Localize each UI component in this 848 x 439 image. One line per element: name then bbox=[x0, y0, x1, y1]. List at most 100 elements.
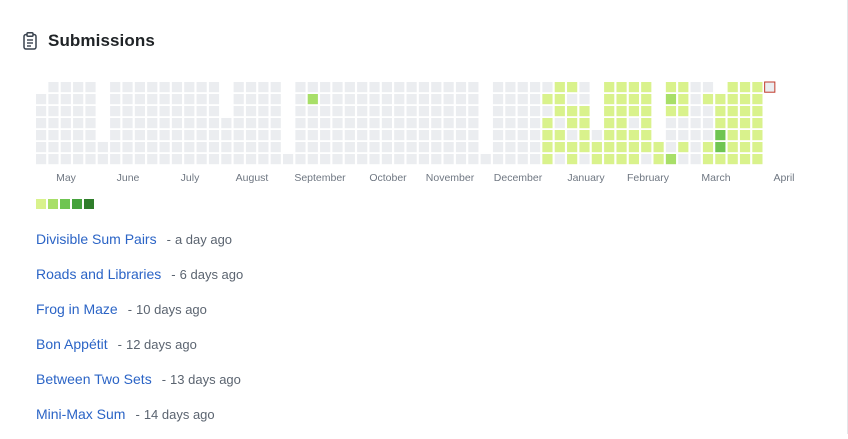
submissions-list: Divisible Sum Pairs - a day ago Roads and L… bbox=[36, 229, 243, 439]
heatmap-cell bbox=[604, 94, 615, 105]
heatmap-cell bbox=[369, 94, 380, 105]
heatmap-cell bbox=[752, 130, 763, 141]
submission-link[interactable]: Roads and Libraries bbox=[36, 264, 161, 284]
heatmap-cell bbox=[443, 106, 454, 117]
heatmap-cell bbox=[702, 130, 714, 141]
heatmap-cell bbox=[604, 106, 615, 117]
submission-item: Bon Appétit -12 days ago bbox=[36, 334, 243, 369]
heatmap-cell bbox=[307, 94, 318, 105]
heatmap-cell bbox=[233, 130, 244, 141]
heatmap-cell bbox=[73, 118, 84, 129]
heatmap-cell bbox=[653, 154, 664, 165]
heatmap-cell bbox=[727, 82, 738, 93]
heatmap-cell bbox=[455, 106, 467, 117]
heatmap-cell bbox=[492, 118, 504, 129]
heatmap-cell bbox=[752, 94, 763, 105]
heatmap-cell bbox=[270, 82, 281, 93]
heatmap-cell bbox=[752, 106, 763, 117]
legend-swatch bbox=[60, 199, 70, 209]
heatmap-cell bbox=[641, 82, 652, 93]
heatmap-cell bbox=[394, 118, 405, 129]
heatmap-cell bbox=[505, 142, 516, 153]
heatmap-cell bbox=[690, 154, 701, 165]
heatmap-cell bbox=[295, 94, 306, 105]
submission-time: 10 days ago bbox=[136, 302, 207, 317]
heatmap-cell bbox=[715, 94, 726, 105]
heatmap-cell bbox=[727, 106, 738, 117]
heatmap-cell bbox=[184, 118, 195, 129]
heatmap-cell bbox=[258, 130, 269, 141]
heatmap-cell bbox=[455, 130, 467, 141]
heatmap-cell bbox=[332, 118, 343, 129]
heatmap-cell bbox=[245, 82, 257, 93]
heatmap-cell bbox=[628, 130, 639, 141]
heatmap-cell bbox=[542, 142, 553, 153]
heatmap-cell bbox=[665, 118, 677, 129]
submission-separator: - bbox=[135, 407, 140, 422]
heatmap-cell bbox=[245, 94, 257, 105]
heatmap-cell bbox=[468, 130, 479, 141]
month-label: March bbox=[701, 172, 730, 184]
heatmap-cell bbox=[702, 142, 714, 153]
heatmap-cell bbox=[702, 94, 714, 105]
heatmap-cell bbox=[60, 118, 71, 129]
heatmap-cell bbox=[344, 142, 355, 153]
submission-link[interactable]: Frog in Maze bbox=[36, 299, 118, 319]
heatmap-cell bbox=[307, 142, 318, 153]
heatmap-cell bbox=[85, 130, 96, 141]
heatmap-cell bbox=[678, 82, 689, 93]
heatmap-cell bbox=[715, 142, 726, 153]
heatmap-cell bbox=[381, 142, 392, 153]
heatmap-cell bbox=[517, 130, 528, 141]
heatmap-cell bbox=[579, 130, 590, 141]
heatmap-cell bbox=[245, 154, 257, 165]
submission-item: Roads and Libraries -6 days ago bbox=[36, 264, 243, 299]
heatmap-cell bbox=[678, 106, 689, 117]
heatmap-cell bbox=[233, 106, 244, 117]
heatmap-cell bbox=[727, 130, 738, 141]
heatmap-cell bbox=[579, 82, 590, 93]
heatmap-cell bbox=[344, 154, 355, 165]
heatmap-cell bbox=[283, 154, 294, 165]
heatmap-cell bbox=[579, 142, 590, 153]
heatmap-cell bbox=[641, 106, 652, 117]
submission-link[interactable]: Mini-Max Sum bbox=[36, 404, 125, 424]
heatmap-cell bbox=[628, 142, 639, 153]
heatmap-cell bbox=[208, 142, 220, 153]
heatmap-cell bbox=[567, 142, 578, 153]
heatmap-cell bbox=[258, 94, 269, 105]
submission-link[interactable]: Bon Appétit bbox=[36, 334, 108, 354]
heatmap-cell bbox=[357, 154, 368, 165]
heatmap-cell bbox=[85, 94, 96, 105]
heatmap-cell bbox=[110, 82, 121, 93]
heatmap-cell bbox=[122, 142, 133, 153]
heatmap-cell bbox=[36, 94, 47, 105]
heatmap-cell bbox=[492, 82, 504, 93]
heatmap-cell bbox=[159, 142, 170, 153]
heatmap-cell bbox=[60, 94, 71, 105]
heatmap-cell bbox=[208, 130, 220, 141]
month-label: October bbox=[369, 172, 407, 184]
heatmap-cell bbox=[418, 154, 430, 165]
heatmap-cell bbox=[678, 118, 689, 129]
heatmap-cell bbox=[221, 142, 232, 153]
heatmap-cell bbox=[492, 154, 504, 165]
heatmap-cell bbox=[505, 130, 516, 141]
heatmap-cell bbox=[60, 130, 71, 141]
heatmap-cell bbox=[443, 142, 454, 153]
heatmap-cell bbox=[394, 142, 405, 153]
heatmap-cell bbox=[418, 118, 430, 129]
heatmap-cell bbox=[567, 82, 578, 93]
heatmap-cell bbox=[702, 154, 714, 165]
heatmap-cell bbox=[530, 82, 541, 93]
heatmap-cell bbox=[381, 82, 392, 93]
heatmap-cell bbox=[73, 142, 84, 153]
submission-link[interactable]: Divisible Sum Pairs bbox=[36, 229, 157, 249]
heatmap-cell bbox=[616, 106, 627, 117]
heatmap-cell bbox=[492, 106, 504, 117]
submission-link[interactable]: Between Two Sets bbox=[36, 369, 152, 389]
heatmap-cell bbox=[122, 82, 133, 93]
heatmap-cell bbox=[530, 106, 541, 117]
heatmap-cell bbox=[431, 94, 442, 105]
heatmap-cell bbox=[665, 106, 677, 117]
